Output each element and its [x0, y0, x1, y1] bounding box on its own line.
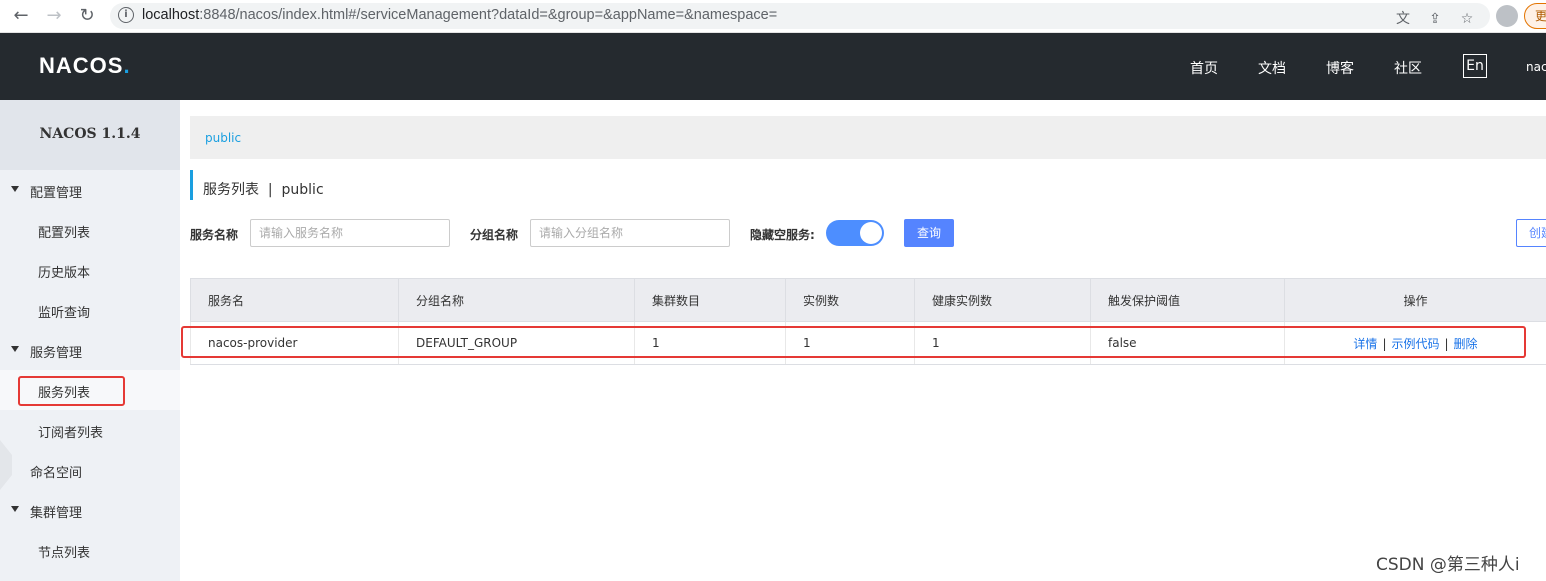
service-name-label: 服务名称 — [190, 228, 239, 242]
caret-down-icon — [11, 186, 19, 192]
nav-docs[interactable]: 文档 — [1258, 58, 1286, 78]
bookmark-star-icon[interactable]: ☆ — [1457, 9, 1477, 29]
detail-link[interactable]: 详情 — [1353, 337, 1377, 351]
user-menu[interactable]: nac — [1526, 60, 1546, 74]
nav-home[interactable]: 首页 — [1190, 58, 1218, 78]
column-header[interactable]: 分组名称 — [398, 278, 635, 322]
cell-instance-count: 1 — [785, 321, 915, 365]
sidebar-group-config[interactable]: 配置管理 — [0, 170, 180, 210]
separator: | — [1444, 336, 1449, 351]
nav-blog[interactable]: 博客 — [1326, 58, 1354, 78]
column-header[interactable]: 实例数 — [785, 278, 915, 322]
update-button[interactable]: 更 — [1524, 3, 1546, 29]
browser-toolbar: ← → ↻ i localhost:8848/nacos/index.html#… — [0, 0, 1546, 33]
sidebar-item-nodes[interactable]: 节点列表 — [0, 530, 180, 570]
forward-icon[interactable]: → — [43, 5, 65, 27]
column-header[interactable]: 健康实例数 — [914, 278, 1091, 322]
hide-empty-toggle[interactable] — [826, 220, 884, 246]
service-name-input[interactable] — [250, 219, 450, 247]
sidebar-item-service-list[interactable]: 服务列表 — [0, 370, 180, 410]
delete-link[interactable]: 删除 — [1454, 337, 1478, 351]
query-button[interactable]: 查询 — [904, 219, 954, 247]
service-table: 服务名 分组名称 集群数目 实例数 健康实例数 触发保护阈值 操作 nacos-… — [190, 278, 1546, 365]
toggle-knob — [860, 222, 882, 244]
group-name-input[interactable] — [530, 219, 730, 247]
sidebar-item-history[interactable]: 历史版本 — [0, 250, 180, 290]
site-info-icon[interactable]: i — [118, 7, 134, 23]
page-title-block: 服务列表 | public — [190, 170, 324, 200]
sidebar-group-service[interactable]: 服务管理 — [0, 330, 180, 370]
reload-icon[interactable]: ↻ — [76, 5, 98, 27]
separator: | — [1382, 336, 1387, 351]
sidebar-item-subscribers[interactable]: 订阅者列表 — [0, 410, 180, 450]
cell-actions: 详情 | 示例代码 | 删除 — [1284, 321, 1546, 365]
caret-down-icon — [11, 506, 19, 512]
caret-down-icon — [11, 346, 19, 352]
back-icon[interactable]: ← — [10, 5, 32, 27]
sidebar-item-namespace[interactable]: 命名空间 — [0, 450, 180, 490]
top-navbar: NACOS. 首页 文档 博客 社区 En nac — [0, 33, 1546, 100]
table-header-row: 服务名 分组名称 集群数目 实例数 健康实例数 触发保护阈值 操作 — [190, 278, 1546, 322]
profile-avatar[interactable] — [1496, 5, 1518, 27]
cell-threshold: false — [1090, 321, 1285, 365]
translate-icon[interactable]: 文 — [1393, 9, 1413, 29]
sidebar-item-config-list[interactable]: 配置列表 — [0, 210, 180, 250]
sidebar-item-listener-query[interactable]: 监听查询 — [0, 290, 180, 330]
group-name-label: 分组名称 — [470, 228, 519, 242]
cell-group-name: DEFAULT_GROUP — [398, 321, 635, 365]
column-header[interactable]: 集群数目 — [634, 278, 786, 322]
create-service-button[interactable]: 创建服务 — [1516, 219, 1546, 247]
column-header[interactable]: 触发保护阈值 — [1090, 278, 1285, 322]
cell-cluster-count: 1 — [634, 321, 786, 365]
nacos-logo[interactable]: NACOS. — [39, 53, 131, 79]
column-header[interactable]: 服务名 — [190, 278, 399, 322]
column-header: 操作 — [1284, 278, 1546, 322]
sidebar-group-cluster[interactable]: 集群管理 — [0, 490, 180, 530]
share-icon[interactable]: ⇪ — [1425, 9, 1445, 29]
sample-code-link[interactable]: 示例代码 — [1391, 337, 1439, 351]
language-toggle[interactable]: En — [1463, 54, 1487, 78]
table-row: nacos-provider DEFAULT_GROUP 1 1 1 false… — [190, 321, 1546, 365]
namespace-bar: public — [190, 116, 1546, 159]
page-title: 服务列表 | public — [203, 182, 324, 198]
cell-service-name: nacos-provider — [190, 321, 399, 365]
url-text: localhost:8848/nacos/index.html#/service… — [142, 7, 778, 23]
version-title: NACOS 1.1.4 — [39, 126, 141, 142]
nav-community[interactable]: 社区 — [1394, 58, 1422, 78]
sidebar-header: NACOS 1.1.4 — [0, 100, 180, 170]
hide-empty-label: 隐藏空服务: — [750, 228, 815, 242]
address-bar[interactable]: i localhost:8848/nacos/index.html#/servi… — [110, 3, 1490, 29]
cell-healthy-count: 1 — [914, 321, 1091, 365]
namespace-public-link[interactable]: public — [205, 131, 241, 145]
watermark: CSDN @第三种人i — [1376, 555, 1520, 575]
sidebar: NACOS 1.1.4 配置管理 配置列表 历史版本 监听查询 服务管理 服务列… — [0, 100, 180, 581]
